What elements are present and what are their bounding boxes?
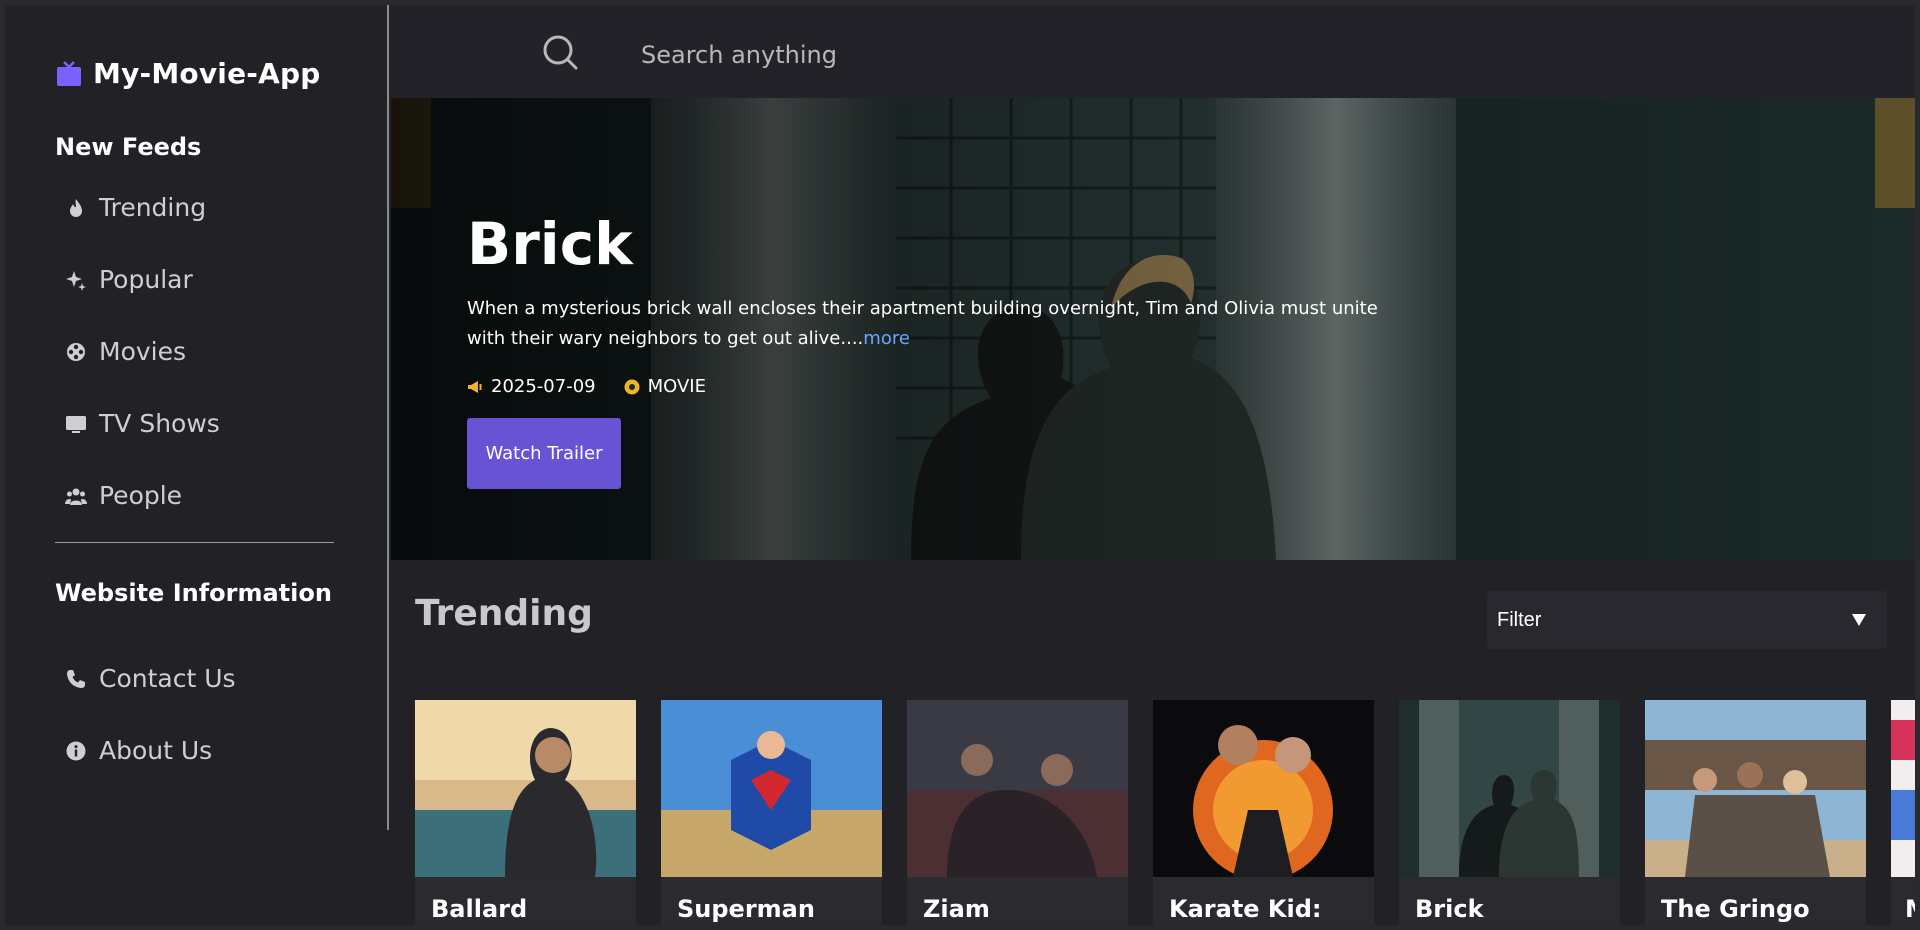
sidebar-item-label: TV Shows xyxy=(99,409,220,438)
film-reel-icon xyxy=(65,341,87,363)
hero-more-link[interactable]: more xyxy=(863,328,910,349)
fire-icon xyxy=(65,197,87,219)
watch-trailer-button[interactable]: Watch Trailer xyxy=(467,418,621,489)
movie-card-title: Ziam xyxy=(923,895,990,923)
section-title-info: Website Information xyxy=(55,579,332,607)
movie-poster-image xyxy=(1645,700,1866,877)
tv-icon xyxy=(65,413,87,435)
movie-card-title: Ballard xyxy=(431,895,528,923)
hero-title: Brick xyxy=(467,210,633,278)
top-bar xyxy=(391,5,1915,98)
phone-icon xyxy=(65,668,87,690)
sparkle-icon xyxy=(65,269,87,291)
filter-label: Filter xyxy=(1497,608,1542,631)
search-icon[interactable] xyxy=(541,33,581,73)
hero-meta: 2025-07-09 MOVIE xyxy=(467,376,706,397)
sidebar-item-popular[interactable]: Popular xyxy=(65,265,193,294)
movie-card-title: Karate Kid: xyxy=(1169,895,1322,923)
people-icon xyxy=(65,485,87,507)
movie-poster-image xyxy=(415,700,636,877)
movie-poster-image xyxy=(1891,700,1915,877)
sidebar-item-label: About Us xyxy=(99,736,213,765)
hero-media-type: MOVIE xyxy=(624,376,706,397)
section-title-feeds: New Feeds xyxy=(55,133,202,161)
sidebar-item-label: Trending xyxy=(99,193,207,222)
movie-card-title: The Gringo xyxy=(1661,895,1810,923)
movie-card-partial[interactable]: M xyxy=(1891,700,1915,925)
sidebar-item-label: Movies xyxy=(99,337,187,366)
movie-card-superman[interactable]: Superman xyxy=(661,700,882,925)
movie-card-the-gringo[interactable]: The Gringo xyxy=(1645,700,1866,925)
movie-poster-image xyxy=(1153,700,1374,877)
movie-card-title: Brick xyxy=(1415,895,1484,923)
sidebar-item-label: Popular xyxy=(99,265,193,294)
sidebar-item-contact-us[interactable]: Contact Us xyxy=(65,664,236,693)
trending-section-title: Trending xyxy=(415,593,593,634)
hero-banner: Brick When a mysterious brick wall enclo… xyxy=(391,98,1915,560)
hero-media-type-text: MOVIE xyxy=(647,376,706,397)
sidebar-item-label: People xyxy=(99,481,183,510)
hero-description: When a mysterious brick wall encloses th… xyxy=(467,294,1407,354)
hero-date-text: 2025-07-09 xyxy=(491,376,596,397)
movie-card-karate-kid[interactable]: Karate Kid: xyxy=(1153,700,1374,925)
triangle-down-icon xyxy=(1852,614,1866,626)
info-icon xyxy=(65,740,87,762)
filter-dropdown[interactable]: Filter xyxy=(1487,591,1887,649)
search-input[interactable] xyxy=(641,37,1241,73)
megaphone-icon xyxy=(468,380,482,393)
sidebar-divider xyxy=(55,542,334,543)
app-logo[interactable]: My-Movie-App xyxy=(55,57,320,90)
movie-card-title: Superman xyxy=(677,895,815,923)
app-window: My-Movie-App New Feeds Trending Popular … xyxy=(0,0,1920,930)
sidebar-item-label: Contact Us xyxy=(99,664,236,693)
movie-poster-image xyxy=(907,700,1128,877)
hero-description-text: When a mysterious brick wall encloses th… xyxy=(467,298,1378,349)
sidebar: My-Movie-App New Feeds Trending Popular … xyxy=(5,5,389,830)
sidebar-item-tv-shows[interactable]: TV Shows xyxy=(65,409,220,438)
movie-poster-image xyxy=(661,700,882,877)
sidebar-item-movies[interactable]: Movies xyxy=(65,337,186,366)
sidebar-item-about-us[interactable]: About Us xyxy=(65,736,212,765)
tv-logo-icon xyxy=(57,60,81,86)
movie-poster-image xyxy=(1399,700,1620,877)
record-icon xyxy=(624,379,640,394)
trending-carousel: Ballard Superman Ziam Karate Kid: Brick … xyxy=(415,700,1915,925)
movie-card-brick[interactable]: Brick xyxy=(1399,700,1620,925)
movie-card-title: M xyxy=(1905,895,1915,923)
movie-card-ballard[interactable]: Ballard xyxy=(415,700,636,925)
movie-card-ziam[interactable]: Ziam xyxy=(907,700,1128,925)
app-name: My-Movie-App xyxy=(93,57,321,90)
sidebar-item-people[interactable]: People xyxy=(65,481,182,510)
sidebar-item-trending[interactable]: Trending xyxy=(65,193,206,222)
hero-release-date: 2025-07-09 xyxy=(467,376,596,397)
